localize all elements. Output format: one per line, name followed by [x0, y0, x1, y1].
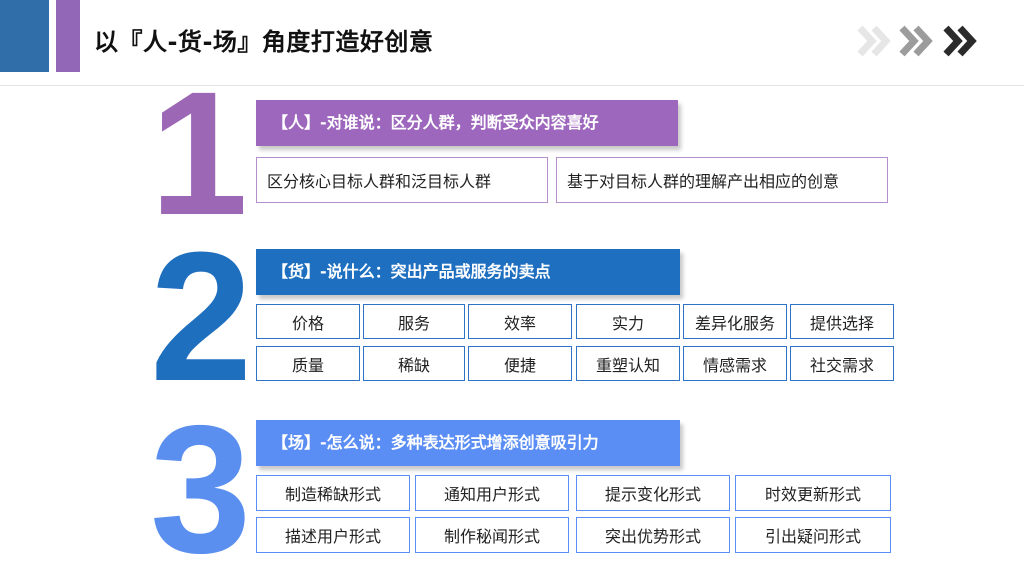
section-banner-scene: 【场】-怎么说：多种表达形式增添创意吸引力: [256, 420, 680, 466]
scene-item: 制造稀缺形式: [256, 475, 410, 511]
goods-item: 稀缺: [363, 346, 465, 381]
goods-item: 价格: [256, 304, 360, 339]
goods-item: 情感需求: [683, 346, 787, 381]
goods-item: 提供选择: [790, 304, 894, 339]
scene-item: 时效更新形式: [735, 475, 891, 511]
scene-item: 描述用户形式: [256, 517, 410, 553]
goods-item: 质量: [256, 346, 360, 381]
scene-item: 引出疑问形式: [735, 517, 891, 553]
goods-item: 社交需求: [790, 346, 894, 381]
section-banner-goods: 【货】-说什么：突出产品或服务的卖点: [256, 249, 680, 295]
goods-item: 差异化服务: [683, 304, 787, 339]
scene-item: 通知用户形式: [415, 475, 569, 511]
people-item: 区分核心目标人群和泛目标人群: [256, 157, 548, 203]
chevron-double-right-icon: [899, 25, 933, 57]
goods-item: 便捷: [468, 346, 572, 381]
scene-item: 突出优势形式: [576, 517, 730, 553]
accent-bar-blue: [0, 0, 49, 72]
page-title: 以『人-货-场』角度打造好创意: [94, 28, 434, 56]
people-item: 基于对目标人群的理解产出相应的创意: [556, 157, 888, 203]
goods-item: 重塑认知: [576, 346, 680, 381]
chevron-double-right-icon: [857, 25, 891, 57]
section-number-3: 3: [150, 387, 252, 576]
section-banner-people: 【人】-对谁说：区分人群，判断受众内容喜好: [256, 100, 678, 146]
scene-item: 制作秘闻形式: [415, 517, 569, 553]
accent-bar-purple: [56, 0, 80, 72]
goods-item: 实力: [576, 304, 680, 339]
goods-item: 服务: [363, 304, 465, 339]
chevron-group: [856, 24, 977, 58]
scene-item: 提示变化形式: [576, 475, 730, 511]
section-number-2: 2: [150, 213, 253, 419]
chevron-double-right-icon: [943, 25, 977, 57]
goods-item: 效率: [468, 304, 572, 339]
